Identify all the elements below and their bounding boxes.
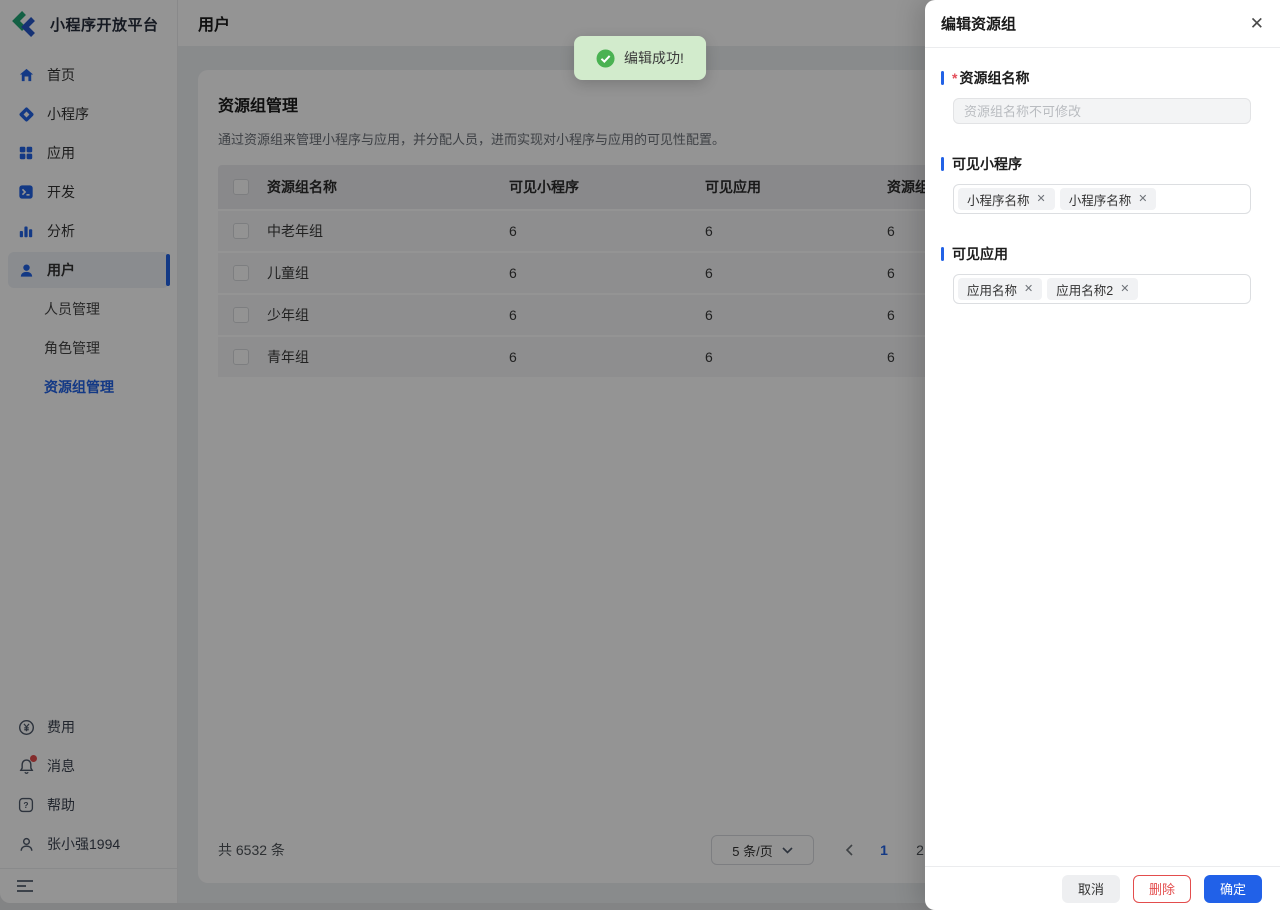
field-label-miniapps: 可见小程序 [941,154,1264,174]
edit-resource-group-drawer: 编辑资源组 ✕ * 资源组名称 可见小程序 小程序名称 ✕ 小程序名称 [925,0,1280,910]
visible-apps-select[interactable]: 应用名称 ✕ 应用名称2 ✕ [953,274,1251,304]
tag-label: 小程序名称 [1068,193,1132,208]
app-tag: 应用名称2 ✕ [1047,278,1139,300]
close-icon[interactable]: ✕ [1250,15,1264,32]
cancel-button[interactable]: 取消 [1061,874,1120,903]
miniapp-tag: 小程序名称 ✕ [1059,188,1157,210]
drawer-body: * 资源组名称 可见小程序 小程序名称 ✕ 小程序名称 ✕ 可 [925,48,1280,866]
tag-remove-icon[interactable]: ✕ [1024,283,1033,295]
drawer-header: 编辑资源组 ✕ [925,0,1280,48]
label-accent-bar [941,157,944,171]
resource-group-name-input [953,98,1251,124]
field-label-text: 资源组名称 [959,70,1030,86]
tag-remove-icon[interactable]: ✕ [1037,193,1046,205]
drawer-footer: 取消 删除 确定 [925,866,1280,910]
field-label-text: 可见应用 [952,246,1008,262]
confirm-button[interactable]: 确定 [1203,874,1262,903]
toast-message: 编辑成功! [624,50,684,66]
tag-remove-icon[interactable]: ✕ [1138,193,1147,205]
field-label-text: 可见小程序 [952,156,1022,172]
field-label-apps: 可见应用 [941,244,1264,264]
drawer-title: 编辑资源组 [941,16,1017,33]
label-accent-bar [941,71,944,85]
required-asterisk: * [952,70,958,86]
field-label-name: * 资源组名称 [941,68,1264,88]
tag-label: 应用名称2 [1056,283,1114,298]
miniapp-tag: 小程序名称 ✕ [958,188,1055,210]
visible-miniapps-select[interactable]: 小程序名称 ✕ 小程序名称 ✕ [953,184,1251,214]
tag-label: 小程序名称 [967,193,1030,208]
tag-remove-icon[interactable]: ✕ [1120,283,1129,295]
delete-button[interactable]: 删除 [1132,874,1191,903]
success-toast: 编辑成功! [574,36,706,80]
label-accent-bar [941,247,944,261]
app-root: 小程序开放平台 首页 小程序 应用 开发 分析 用户 人员管理 角色管理 资源组… [0,0,1280,910]
tag-label: 应用名称 [967,283,1018,298]
app-tag: 应用名称 ✕ [958,278,1043,300]
success-check-icon [596,49,615,68]
